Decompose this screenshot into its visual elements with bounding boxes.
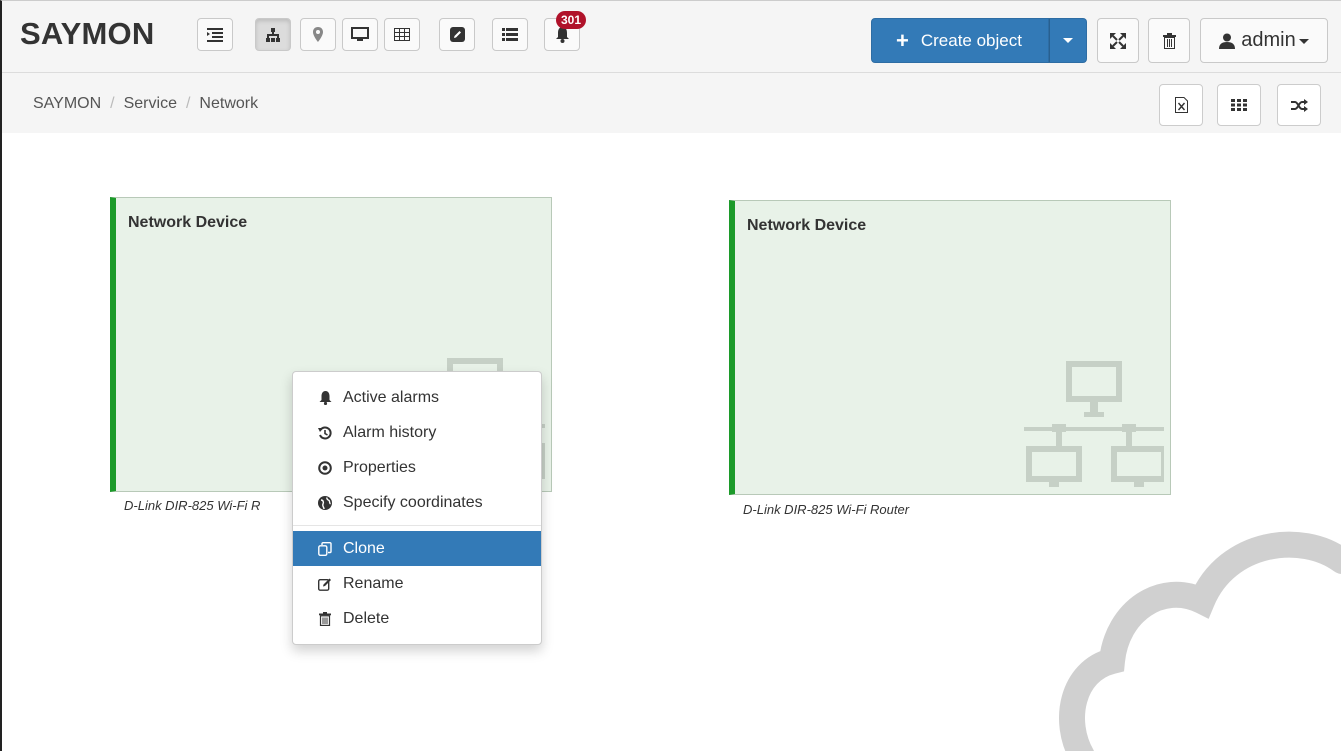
breadcrumb-item-network: Network [199,95,259,112]
breadcrumb-separator: / [110,95,115,112]
app-brand[interactable]: SAYMON [20,16,154,52]
user-icon [1219,33,1236,49]
globe-icon [318,495,332,510]
user-name: admin [1241,29,1296,51]
breadcrumb: SAYMON / Service / Network [33,95,258,113]
breadcrumb-separator: / [185,95,191,112]
table-icon [394,28,410,41]
card-title: Network Device [128,214,248,231]
history-icon [318,426,332,439]
excel-icon [1174,97,1188,113]
menu-item-label: Alarm history [343,423,437,441]
card-caption: D-Link DIR-825 Wi-Fi Router [743,502,910,517]
table-view-button[interactable] [384,18,420,51]
bell-icon [319,390,331,405]
dashboard-view-button[interactable] [342,18,378,51]
record-icon [318,460,332,475]
create-object-dropdown-toggle[interactable] [1049,18,1087,63]
list-icon [502,28,518,41]
edit-mode-button[interactable] [439,18,475,51]
menu-item-label: Active alarms [343,388,440,406]
trash-icon [319,611,331,626]
breadcrumb-item-saymon[interactable]: SAYMON [33,95,101,112]
fullscreen-icon [1110,32,1126,49]
context-menu: Active alarms Alarm history Properties S… [292,371,542,645]
notifications-badge: 301 [556,11,587,29]
random-layout-button[interactable] [1277,84,1321,126]
list-indent-button[interactable] [197,18,233,51]
create-object-label: Create object [920,30,1022,50]
caret-down-icon [1298,39,1309,44]
map-marker-icon [313,27,323,42]
menu-item-label: Rename [343,574,404,592]
copy-icon [318,541,332,556]
list-view-button[interactable] [492,18,528,51]
breadcrumb-item-service[interactable]: Service [124,95,177,112]
monitor-icon [351,27,369,41]
card-title: Network Device [747,217,867,234]
map-view-button[interactable] [300,18,336,51]
edit-icon [318,578,331,591]
menu-item-active-alarms[interactable]: Active alarms [293,380,541,415]
edit-icon [449,27,465,42]
menu-item-properties[interactable]: Properties [293,450,541,485]
shuffle-icon [1290,98,1308,112]
plus-icon: + [896,27,909,53]
menu-item-clone[interactable]: Clone [293,531,541,566]
hierarchy-icon [266,27,280,42]
menu-item-label: Delete [343,609,390,627]
grid-icon [1231,99,1247,111]
network-device-card[interactable]: Network Device [729,200,1171,495]
menu-item-alarm-history[interactable]: Alarm history [293,415,541,450]
top-navbar: SAYMON 301 + Create object admin [2,1,1341,73]
user-menu-button[interactable]: admin [1200,18,1328,63]
menu-item-delete[interactable]: Delete [293,601,541,636]
menu-item-label: Clone [343,539,385,557]
menu-item-specify-coordinates[interactable]: Specify coordinates [293,485,541,520]
menu-divider [293,525,541,526]
trash-button[interactable] [1148,18,1190,63]
menu-item-label: Specify coordinates [343,493,483,511]
list-indent-icon [207,27,223,42]
menu-item-rename[interactable]: Rename [293,566,541,601]
create-object-button[interactable]: + Create object [871,18,1049,63]
menu-item-label: Properties [343,458,416,476]
grid-layout-button[interactable] [1217,84,1261,126]
hierarchy-view-button[interactable] [255,18,291,51]
export-excel-button[interactable] [1159,84,1203,126]
breadcrumb-bar: SAYMON / Service / Network [2,73,1341,133]
fullscreen-button[interactable] [1097,18,1139,63]
network-icon [1024,361,1164,487]
card-caption: D-Link DIR-825 Wi-Fi R [124,498,261,513]
caret-down-icon [1063,38,1073,43]
trash-icon [1162,32,1176,49]
cloud-icon [1059,531,1341,751]
